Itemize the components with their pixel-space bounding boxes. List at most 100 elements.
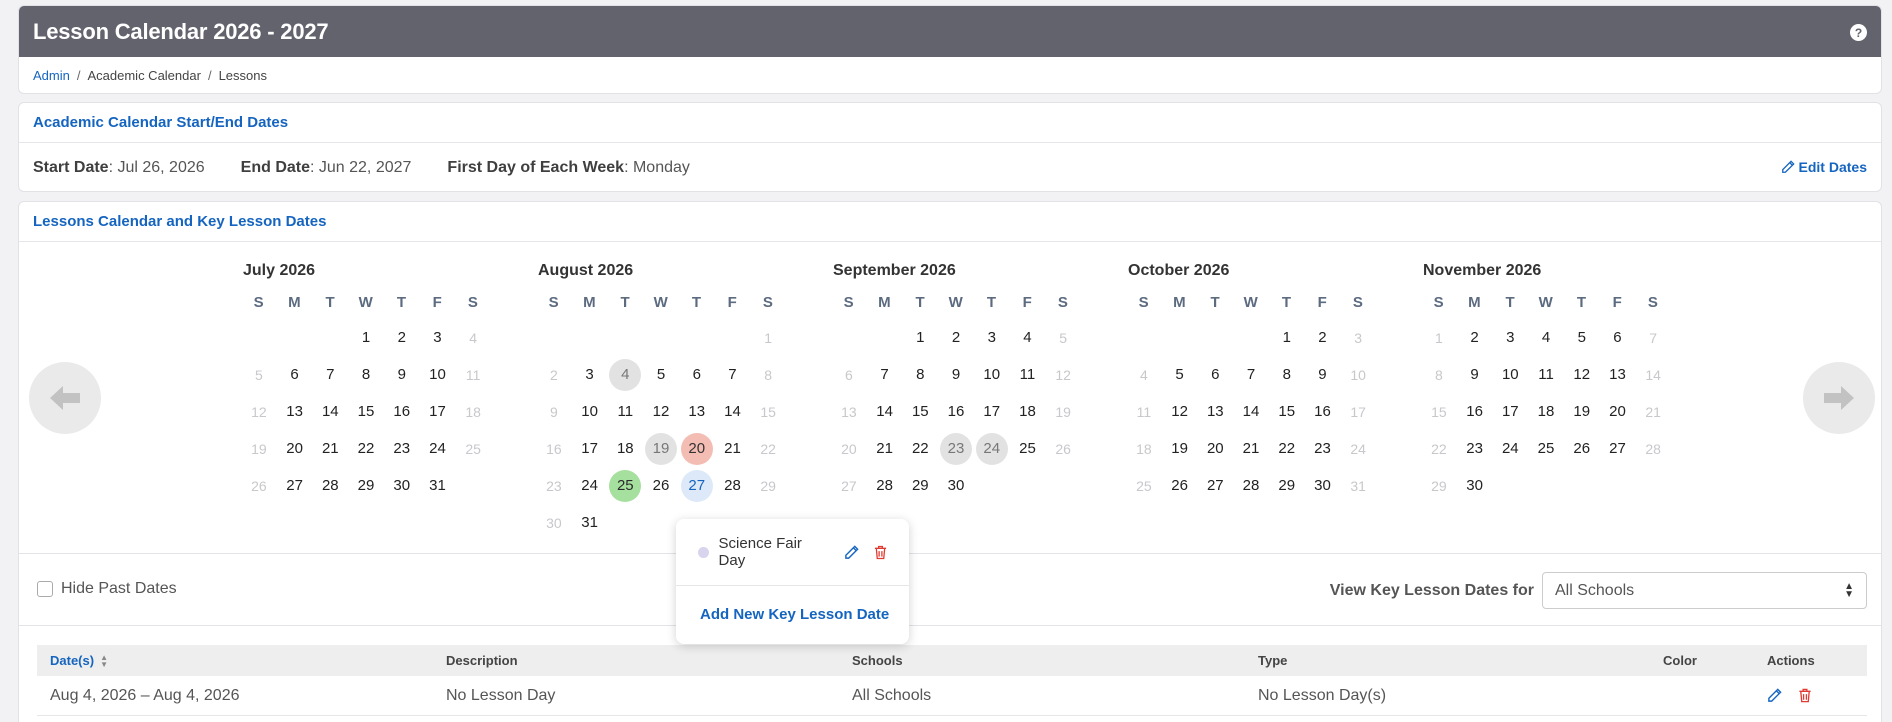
calendar-day[interactable]: 4 bbox=[607, 358, 643, 391]
calendar-day[interactable]: 23 bbox=[536, 470, 572, 502]
calendar-day[interactable]: 20 bbox=[831, 433, 867, 465]
calendar-day[interactable]: 6 bbox=[679, 359, 715, 391]
calendar-day[interactable]: 11 bbox=[1126, 396, 1162, 428]
calendar-day[interactable]: 2 bbox=[536, 359, 572, 391]
calendar-day[interactable]: 13 bbox=[277, 396, 313, 428]
delete-trash-icon[interactable] bbox=[1798, 688, 1812, 703]
calendar-day[interactable]: 7 bbox=[312, 359, 348, 391]
calendar-day[interactable]: 8 bbox=[348, 359, 384, 391]
calendar-day[interactable]: 13 bbox=[679, 396, 715, 428]
calendar-day[interactable]: 10 bbox=[572, 396, 608, 428]
calendar-day[interactable]: 24 bbox=[974, 432, 1010, 465]
calendar-day[interactable]: 6 bbox=[1600, 322, 1636, 354]
add-key-lesson-date-link[interactable]: Add New Key Lesson Date bbox=[676, 586, 909, 643]
calendar-day[interactable]: 3 bbox=[420, 322, 456, 354]
calendar-day[interactable]: 7 bbox=[715, 359, 751, 391]
calendar-day[interactable]: 9 bbox=[938, 359, 974, 391]
calendar-day[interactable]: 28 bbox=[715, 470, 751, 502]
calendar-day[interactable]: 10 bbox=[1492, 359, 1528, 391]
calendar-day[interactable]: 16 bbox=[1457, 396, 1493, 428]
calendar-day[interactable]: 27 bbox=[277, 470, 313, 502]
calendar-day[interactable]: 28 bbox=[312, 470, 348, 502]
calendar-day[interactable]: 12 bbox=[1045, 359, 1081, 391]
calendar-day[interactable]: 9 bbox=[1305, 359, 1341, 391]
calendar-day[interactable]: 14 bbox=[715, 396, 751, 428]
calendar-day[interactable]: 2 bbox=[1457, 322, 1493, 354]
calendar-day[interactable]: 19 bbox=[1162, 433, 1198, 465]
calendar-day[interactable]: 31 bbox=[1340, 470, 1376, 502]
calendar-day[interactable]: 27 bbox=[1197, 470, 1233, 502]
calendar-day[interactable]: 5 bbox=[1045, 322, 1081, 354]
calendar-day[interactable]: 24 bbox=[1340, 433, 1376, 465]
calendar-day[interactable]: 17 bbox=[1492, 396, 1528, 428]
edit-dates-button[interactable]: Edit Dates bbox=[1781, 159, 1867, 175]
calendar-day[interactable]: 30 bbox=[536, 507, 572, 539]
calendar-day[interactable]: 19 bbox=[1045, 396, 1081, 428]
calendar-day[interactable]: 9 bbox=[384, 359, 420, 391]
calendar-day[interactable]: 13 bbox=[1197, 396, 1233, 428]
calendar-day[interactable]: 3 bbox=[1340, 322, 1376, 354]
calendar-day[interactable]: 22 bbox=[1269, 433, 1305, 465]
calendar-day[interactable]: 6 bbox=[1197, 359, 1233, 391]
calendar-day[interactable]: 28 bbox=[867, 470, 903, 502]
calendar-day[interactable]: 22 bbox=[750, 433, 786, 465]
calendar-day[interactable]: 31 bbox=[420, 470, 456, 502]
calendar-day[interactable]: 15 bbox=[1269, 396, 1305, 428]
calendar-day[interactable]: 1 bbox=[1269, 322, 1305, 354]
hide-past-dates-toggle[interactable]: Hide Past Dates bbox=[37, 580, 177, 598]
calendar-day[interactable]: 22 bbox=[1421, 433, 1457, 465]
calendar-day[interactable]: 11 bbox=[1528, 359, 1564, 391]
calendar-day[interactable]: 27 bbox=[831, 470, 867, 502]
calendar-day[interactable]: 24 bbox=[572, 470, 608, 502]
calendar-day[interactable]: 8 bbox=[1421, 359, 1457, 391]
calendar-day[interactable]: 16 bbox=[1305, 396, 1341, 428]
calendar-day[interactable]: 20 bbox=[1600, 396, 1636, 428]
calendar-day[interactable]: 27 bbox=[679, 469, 715, 502]
calendar-day[interactable]: 25 bbox=[1126, 470, 1162, 502]
calendar-day[interactable]: 18 bbox=[607, 433, 643, 465]
calendar-day[interactable]: 11 bbox=[1010, 359, 1046, 391]
calendar-day[interactable]: 1 bbox=[348, 322, 384, 354]
calendar-day[interactable]: 3 bbox=[974, 322, 1010, 354]
calendar-day[interactable]: 12 bbox=[643, 396, 679, 428]
calendar-day[interactable]: 18 bbox=[1126, 433, 1162, 465]
schools-select[interactable]: All Schools ▲ ▼ bbox=[1542, 572, 1867, 609]
calendar-day[interactable]: 16 bbox=[384, 396, 420, 428]
calendar-day[interactable]: 17 bbox=[420, 396, 456, 428]
calendar-day[interactable]: 9 bbox=[1457, 359, 1493, 391]
calendar-day[interactable]: 1 bbox=[750, 322, 786, 354]
calendar-day[interactable]: 19 bbox=[643, 432, 679, 465]
calendar-day[interactable]: 10 bbox=[1340, 359, 1376, 391]
calendar-day[interactable]: 5 bbox=[1162, 359, 1198, 391]
calendar-day[interactable]: 1 bbox=[1421, 322, 1457, 354]
calendar-day[interactable]: 14 bbox=[312, 396, 348, 428]
calendar-day[interactable]: 25 bbox=[1010, 433, 1046, 465]
calendar-day[interactable]: 19 bbox=[1564, 396, 1600, 428]
calendar-day[interactable]: 30 bbox=[384, 470, 420, 502]
calendar-day[interactable]: 11 bbox=[455, 359, 491, 391]
calendar-day[interactable]: 21 bbox=[312, 433, 348, 465]
calendar-day[interactable]: 23 bbox=[1457, 433, 1493, 465]
delete-trash-icon[interactable] bbox=[874, 545, 887, 560]
calendar-day[interactable]: 29 bbox=[348, 470, 384, 502]
calendar-day[interactable]: 28 bbox=[1233, 470, 1269, 502]
calendar-day[interactable]: 26 bbox=[643, 470, 679, 502]
help-icon[interactable]: ? bbox=[1850, 24, 1867, 41]
calendar-day[interactable]: 4 bbox=[1126, 359, 1162, 391]
calendar-day[interactable]: 12 bbox=[1564, 359, 1600, 391]
calendar-day[interactable]: 4 bbox=[1528, 322, 1564, 354]
calendar-day[interactable]: 22 bbox=[348, 433, 384, 465]
calendar-day[interactable]: 30 bbox=[938, 470, 974, 502]
calendar-day[interactable]: 7 bbox=[867, 359, 903, 391]
calendar-day[interactable]: 2 bbox=[938, 322, 974, 354]
calendar-day[interactable]: 28 bbox=[1635, 433, 1671, 465]
calendar-day[interactable]: 4 bbox=[1010, 322, 1046, 354]
calendar-day[interactable]: 17 bbox=[1340, 396, 1376, 428]
calendar-day[interactable]: 12 bbox=[1162, 396, 1198, 428]
calendar-day[interactable]: 24 bbox=[1492, 433, 1528, 465]
calendar-day[interactable]: 16 bbox=[938, 396, 974, 428]
calendar-day[interactable]: 10 bbox=[420, 359, 456, 391]
edit-pencil-icon[interactable] bbox=[844, 544, 859, 560]
calendar-day[interactable]: 24 bbox=[420, 433, 456, 465]
calendar-day[interactable]: 14 bbox=[1233, 396, 1269, 428]
